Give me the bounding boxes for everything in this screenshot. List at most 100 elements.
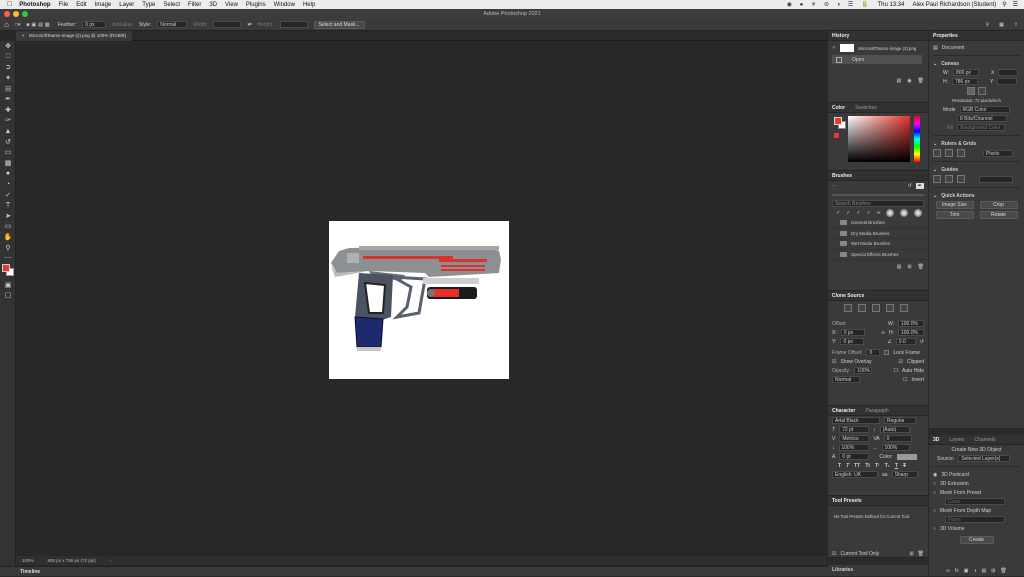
foreground-color[interactable] <box>2 264 10 273</box>
app-menu[interactable]: Photoshop <box>19 2 50 8</box>
clone-stamp-tool-icon[interactable]: ▲ <box>0 126 16 137</box>
zoom-tool-icon[interactable]: ⚲ <box>0 242 16 253</box>
font-style-select[interactable]: Regular <box>884 417 916 424</box>
crop-button[interactable]: Crop <box>979 201 1018 209</box>
overlay-mode-select[interactable]: Normal <box>832 376 860 383</box>
language-select[interactable]: English: UK <box>832 471 878 478</box>
mask-icon[interactable]: ▣ <box>964 568 969 574</box>
new-brush-icon[interactable]: ⊞ <box>907 264 911 270</box>
eyedropper-tool-icon[interactable]: ✒ <box>0 94 16 105</box>
guides-lock-icon[interactable] <box>957 175 965 183</box>
tab-swatches[interactable]: Swatches <box>855 105 877 111</box>
close-tab-icon[interactable]: × <box>22 33 25 38</box>
history-header[interactable]: History <box>828 31 928 41</box>
group-icon[interactable]: ▤ <box>981 568 986 574</box>
window-controls[interactable] <box>4 11 28 17</box>
lock-frame-checkbox[interactable] <box>884 350 890 355</box>
x-offset-input[interactable]: 0 px <box>840 329 865 336</box>
delete-layer-icon[interactable]: 🗑 <box>1000 568 1006 574</box>
dodge-tool-icon[interactable]: ◔ <box>0 179 16 190</box>
clock[interactable]: Thu 13:34 <box>877 2 904 8</box>
hand-tool-icon[interactable]: ✋ <box>0 232 16 243</box>
brush-group[interactable]: Wet Media Brushes <box>828 239 928 250</box>
menu-window[interactable]: Window <box>274 2 295 8</box>
radio-3d-extrusion[interactable]: ○ <box>933 481 936 487</box>
select-and-mask-button[interactable]: Select and Mask... <box>313 20 365 29</box>
current-tool-only-checkbox[interactable]: ☑ <box>832 551 836 557</box>
search-icon[interactable]: ⚲ <box>1002 1 1006 8</box>
reset-brush-icon[interactable]: ↺ <box>908 183 912 189</box>
color-field[interactable] <box>848 116 910 162</box>
horizontal-scale-input[interactable]: 100% <box>881 444 910 451</box>
history-state-open[interactable]: Open <box>832 55 922 64</box>
path-selection-tool-icon[interactable]: ➤ <box>0 211 16 222</box>
delete-brush-icon[interactable]: 🗑 <box>918 264 924 270</box>
marquee-tool-preset-icon[interactable]: □▾ <box>15 22 21 28</box>
tracking-input[interactable]: 0 <box>883 435 912 442</box>
bit-depth-select[interactable]: 8 Bits/Channel <box>957 115 1007 122</box>
invert-checkbox[interactable]: ☐ <box>903 377 907 383</box>
adjustment-icon[interactable]: ◑ <box>973 568 976 574</box>
canvas-width-input[interactable]: 800 px <box>953 69 980 76</box>
zoom-window-icon[interactable] <box>22 11 28 17</box>
frame-offset-input[interactable]: 0 <box>866 349 881 356</box>
guides-label[interactable]: Guides <box>941 167 958 173</box>
mesh-preset-select[interactable]: Cone <box>945 498 1005 505</box>
image-size-button[interactable]: Image Size <box>935 201 974 209</box>
rectangle-tool-icon[interactable]: ▭ <box>0 221 16 232</box>
fx-icon[interactable]: fx <box>955 568 959 574</box>
zoom-level[interactable]: 100% <box>22 558 34 563</box>
style-select[interactable]: Normal <box>157 21 188 28</box>
marquee-tool-icon[interactable]: □ <box>0 52 16 63</box>
feather-input[interactable]: 0 px <box>82 21 107 28</box>
timeline-panel-tab[interactable]: Timeline <box>0 566 828 576</box>
guides-visibility-icon[interactable] <box>933 175 941 183</box>
height-input[interactable] <box>279 21 308 28</box>
radio-depth-map[interactable]: ○ <box>933 508 936 514</box>
brushes-title[interactable]: Brushes <box>832 173 852 179</box>
control-center-icon[interactable]: ☰ <box>1013 1 1018 8</box>
lasso-tool-icon[interactable]: ➲ <box>0 62 16 73</box>
gamut-warning-icon[interactable] <box>834 133 839 138</box>
guides-color-icon[interactable] <box>945 175 953 183</box>
reset-transform-icon[interactable]: ↺ <box>920 339 924 345</box>
menu-file[interactable]: File <box>59 2 69 8</box>
more-tools-icon[interactable]: ⋯ <box>0 253 16 264</box>
history-snapshot[interactable]: ✓ MicrosoftTeams-image (2).png <box>828 41 928 53</box>
libraries-tab[interactable]: Libraries <box>828 565 928 576</box>
antialias-select[interactable]: Sharp <box>891 471 918 478</box>
source-select[interactable]: Selected Layer(s) <box>958 455 1011 462</box>
home-icon[interactable]: ⌂ <box>4 20 9 29</box>
canvas-height-input[interactable]: 786 px <box>952 78 978 85</box>
workspace-icon[interactable]: ▦ <box>999 22 1004 28</box>
menu-plugins[interactable]: Plugins <box>246 2 266 8</box>
move-tool-icon[interactable]: ✥ <box>0 41 16 52</box>
y-offset-input[interactable]: 0 px <box>840 338 865 345</box>
color-mode-select[interactable]: RGB Color <box>959 106 1010 113</box>
search-icon[interactable]: ⚲ <box>985 22 989 28</box>
menu-view[interactable]: View <box>225 2 238 8</box>
clone-source-slots[interactable] <box>828 303 928 313</box>
create-3d-button[interactable]: Create <box>959 536 994 544</box>
rulers-grids-label[interactable]: Rulers & Grids <box>941 141 976 147</box>
font-size-input[interactable]: 72 pt <box>839 426 870 433</box>
new-document-from-state-icon[interactable]: ▤ <box>897 78 902 84</box>
show-overlay-checkbox[interactable]: ☑ <box>832 359 836 365</box>
swap-icon[interactable]: ⇄ <box>247 22 251 28</box>
minimize-window-icon[interactable] <box>13 11 19 17</box>
recent-brushes[interactable]: ✓ ✓ ✓ ✓ ∞ <box>828 208 928 218</box>
brush-tool-icon[interactable]: ✑ <box>0 115 16 126</box>
landscape-orientation-icon[interactable] <box>978 87 986 95</box>
canvas-section-label[interactable]: Canvas <box>941 61 959 67</box>
screen-mode-icon[interactable]: ▢ <box>0 290 16 301</box>
document-dimensions[interactable]: 800 px x 786 px (72 ppi) <box>48 558 96 563</box>
selection-mode-icons[interactable]: ■▣▤▩ <box>26 22 51 28</box>
clipped-checkbox[interactable]: ☑ <box>899 359 903 365</box>
width-scale-input[interactable]: 100.0% <box>898 320 924 327</box>
trim-button[interactable]: Trim <box>935 211 974 219</box>
new-group-icon[interactable]: ▤ <box>897 264 902 270</box>
portrait-orientation-icon[interactable] <box>967 87 975 95</box>
pen-tool-icon[interactable]: ✓ <box>0 189 16 200</box>
tool-presets-title[interactable]: Tool Presets <box>832 498 862 504</box>
menu-help[interactable]: Help <box>303 2 315 8</box>
